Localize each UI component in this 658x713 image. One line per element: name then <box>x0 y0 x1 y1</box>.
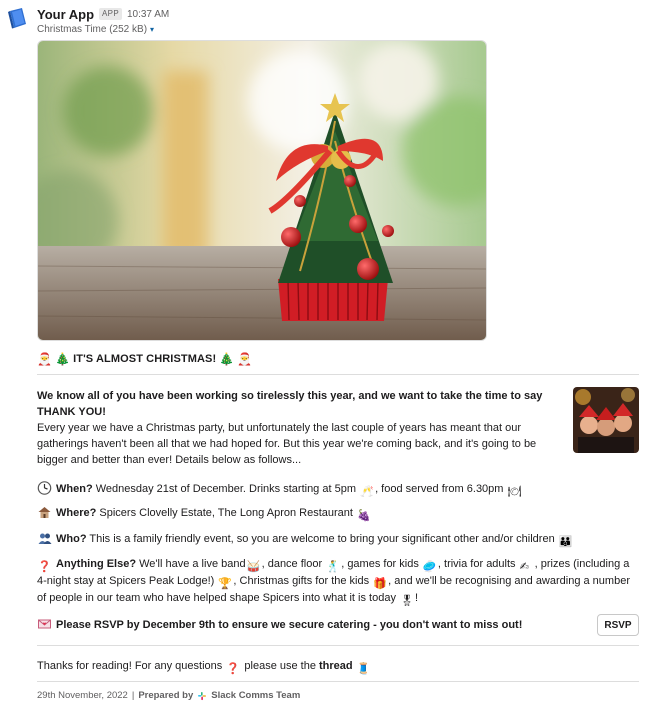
grapes-icon: 🍇 <box>357 510 371 522</box>
divider <box>37 681 639 682</box>
santa-icon: 🎅 <box>37 352 53 366</box>
divider <box>37 374 639 375</box>
file-info[interactable]: Christmas Time (252 kB) ▾ <box>37 24 154 35</box>
headline: 🎅 🎄 IT'S ALMOST CHRISTMAS! 🎄 🎅 <box>37 352 252 366</box>
clock-icon <box>37 481 52 495</box>
when-line: When? Wednesday 21st of December. Drinks… <box>37 481 639 498</box>
headline-text: IT'S ALMOST CHRISTMAS! <box>73 353 217 365</box>
rsvp-line: Please RSVP by December 9th to ensure we… <box>37 617 587 633</box>
game-icon: 🥏 <box>422 561 437 573</box>
anything-text-3: , games for kids <box>341 558 419 570</box>
writing-hand-icon: ✍ <box>519 561 529 573</box>
thanks-text: Thanks for reading! For any questions <box>37 660 223 672</box>
anything-label: Anything Else? <box>56 558 137 570</box>
gift-icon: 🎁 <box>373 578 387 590</box>
christmas-tree-icon: 🎄 <box>55 352 71 366</box>
thread-link[interactable]: thread <box>319 660 353 672</box>
rsvp-button[interactable]: RSVP <box>597 614 639 636</box>
file-name[interactable]: Christmas Time (252 kB) <box>37 24 147 35</box>
when-text-2: , food served from 6.30pm <box>375 483 504 495</box>
divider <box>37 645 639 646</box>
footer: 29th November, 2022 | Prepared by Slack … <box>37 690 300 701</box>
who-text: This is a family friendly event, so you … <box>89 533 555 545</box>
people-icon <box>38 533 52 544</box>
footer-separator: | <box>131 690 135 701</box>
footer-date: 29th November, 2022 <box>37 690 128 701</box>
anything-text-8: ! <box>415 592 419 604</box>
thread-spool-icon: 🧵 <box>356 663 371 675</box>
thanks-line: Thanks for reading! For any questions ❓ … <box>37 658 639 675</box>
party-photo[interactable] <box>573 387 639 453</box>
champagne-icon: 🥂 <box>360 486 374 498</box>
anything-text-1: We'll have a live band <box>139 558 246 570</box>
christmas-tree-image[interactable] <box>37 40 487 341</box>
anything-text-4: , trivia for adults <box>437 558 516 570</box>
drum-icon: 🥁 <box>246 561 261 573</box>
anything-text-6: , Christmas gifts for the kids <box>233 575 370 587</box>
when-text: Wednesday 21st of December. Drinks start… <box>95 483 356 495</box>
app-badge: APP <box>99 8 122 20</box>
intro-text: We know all of you have been working so … <box>37 388 565 468</box>
christmas-tree-icon: 🎄 <box>219 352 235 366</box>
santa-icon: 🎅 <box>237 352 253 366</box>
chevron-down-icon[interactable]: ▾ <box>150 25 154 34</box>
footer-team: Slack Comms Team <box>211 690 301 701</box>
app-avatar-icon[interactable] <box>6 6 30 30</box>
intro-bold: We know all of you have been working so … <box>37 390 543 418</box>
plate-icon: 🍽 <box>507 486 522 498</box>
dancer-icon: 🕺 <box>326 561 340 573</box>
where-text: Spicers Clovelly Estate, The Long Apron … <box>99 507 353 519</box>
slack-logo-icon <box>198 691 207 700</box>
medal-icon: 🎖 <box>400 595 414 607</box>
app-name[interactable]: Your App <box>37 7 94 22</box>
timestamp[interactable]: 10:37 AM <box>127 9 169 20</box>
who-line: Who? This is a family friendly event, so… <box>37 531 639 548</box>
who-label: Who? <box>56 533 87 545</box>
question-icon: ❓ <box>37 561 52 573</box>
thanks-text-2: please use the <box>244 660 316 672</box>
trophy-icon: 🏆 <box>218 578 233 590</box>
where-label: Where? <box>56 507 97 519</box>
when-label: When? <box>56 483 93 495</box>
family-icon: 👪 <box>558 536 573 548</box>
message-header: Your App APP 10:37 AM <box>37 6 169 22</box>
house-icon <box>38 507 51 518</box>
anything-else-line: ❓ Anything Else? We'll have a live band🥁,… <box>37 556 639 607</box>
intro-body: Every year we have a Christmas party, bu… <box>37 422 537 466</box>
anything-text-2: , dance floor <box>261 558 323 570</box>
envelope-heart-icon <box>38 619 51 629</box>
question-icon: ❓ <box>226 663 241 675</box>
rsvp-text: Please RSVP by December 9th to ensure we… <box>56 619 523 631</box>
where-line: Where? Spicers Clovelly Estate, The Long… <box>37 505 639 522</box>
prepared-by-label: Prepared by <box>138 690 194 701</box>
